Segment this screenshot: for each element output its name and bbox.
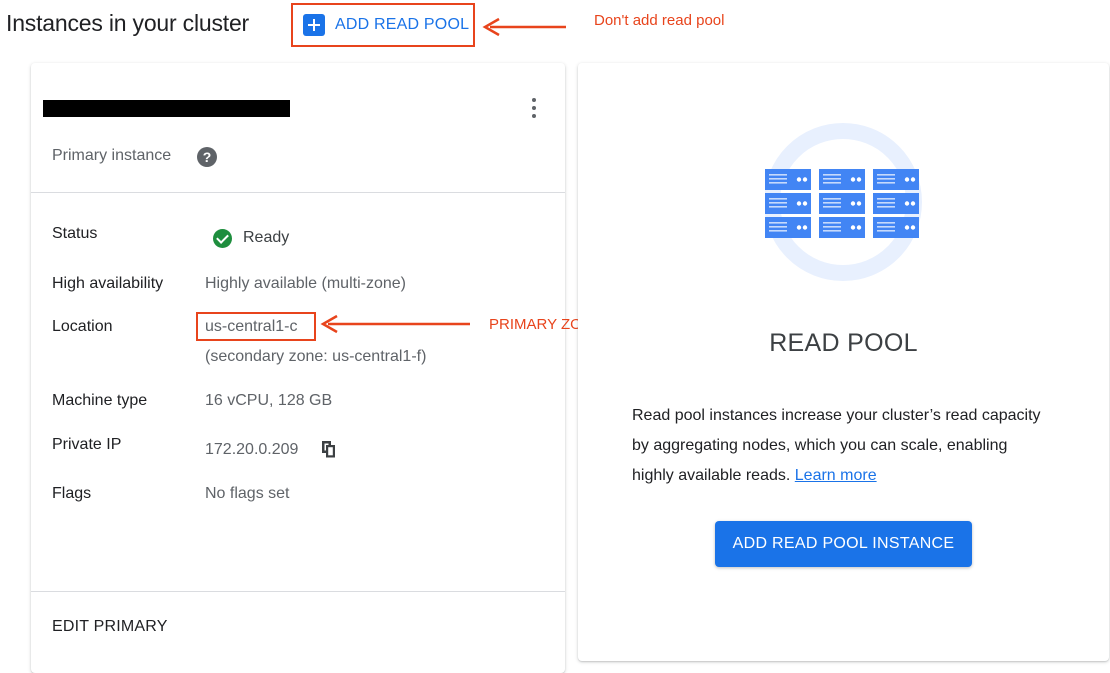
- server-unit-icon: [765, 169, 811, 190]
- status-value: Ready: [243, 229, 290, 246]
- page-title: Instances in your cluster: [6, 10, 250, 36]
- divider: [31, 591, 565, 592]
- check-circle-icon: [213, 229, 232, 248]
- copy-icon[interactable]: [321, 441, 336, 458]
- server-unit-icon: [819, 217, 865, 238]
- server-unit-icon: [873, 169, 919, 190]
- server-unit-icon: [873, 217, 919, 238]
- add-read-pool-label: ADD READ POOL: [335, 16, 470, 33]
- server-rack-illustration: [765, 123, 922, 281]
- edit-primary-button[interactable]: EDIT PRIMARY: [52, 618, 168, 636]
- high-availability-value: Highly available (multi-zone): [205, 275, 406, 292]
- primary-instance-label: Primary instance: [52, 147, 172, 164]
- machine-type-value: 16 vCPU, 128 GB: [205, 392, 333, 409]
- read-pool-description: Read pool instances increase your cluste…: [632, 401, 1052, 491]
- add-read-pool-button[interactable]: ADD READ POOL: [291, 3, 475, 47]
- private-ip-label: Private IP: [52, 436, 122, 453]
- location-value: us-central1-c: [205, 318, 298, 335]
- plus-icon: [303, 14, 325, 36]
- server-unit-icon: [765, 193, 811, 214]
- annotation-note: Don't add read pool: [594, 12, 725, 29]
- server-unit-icon: [819, 193, 865, 214]
- machine-type-label: Machine type: [52, 392, 148, 409]
- flags-label: Flags: [52, 485, 92, 502]
- annotation-arrow-icon: [320, 314, 470, 334]
- server-unit-icon: [873, 193, 919, 214]
- flags-value: No flags set: [205, 485, 290, 502]
- server-unit-icon: [765, 217, 811, 238]
- secondary-zone-value: (secondary zone: us-central1-f): [205, 348, 427, 365]
- status-label: Status: [52, 225, 98, 242]
- more-vert-icon[interactable]: [530, 98, 538, 122]
- read-pool-title: READ POOL: [769, 329, 918, 357]
- private-ip-value: 172.20.0.209: [205, 441, 299, 458]
- high-availability-label: High availability: [52, 275, 164, 292]
- divider: [31, 192, 565, 193]
- learn-more-link[interactable]: Learn more: [795, 467, 877, 484]
- help-icon[interactable]: ?: [197, 147, 217, 167]
- add-read-pool-instance-button[interactable]: ADD READ POOL INSTANCE: [715, 521, 972, 567]
- annotation-arrow-icon: [482, 17, 566, 37]
- server-unit-icon: [819, 169, 865, 190]
- redacted-instance-name: [43, 100, 290, 117]
- location-label: Location: [52, 318, 113, 335]
